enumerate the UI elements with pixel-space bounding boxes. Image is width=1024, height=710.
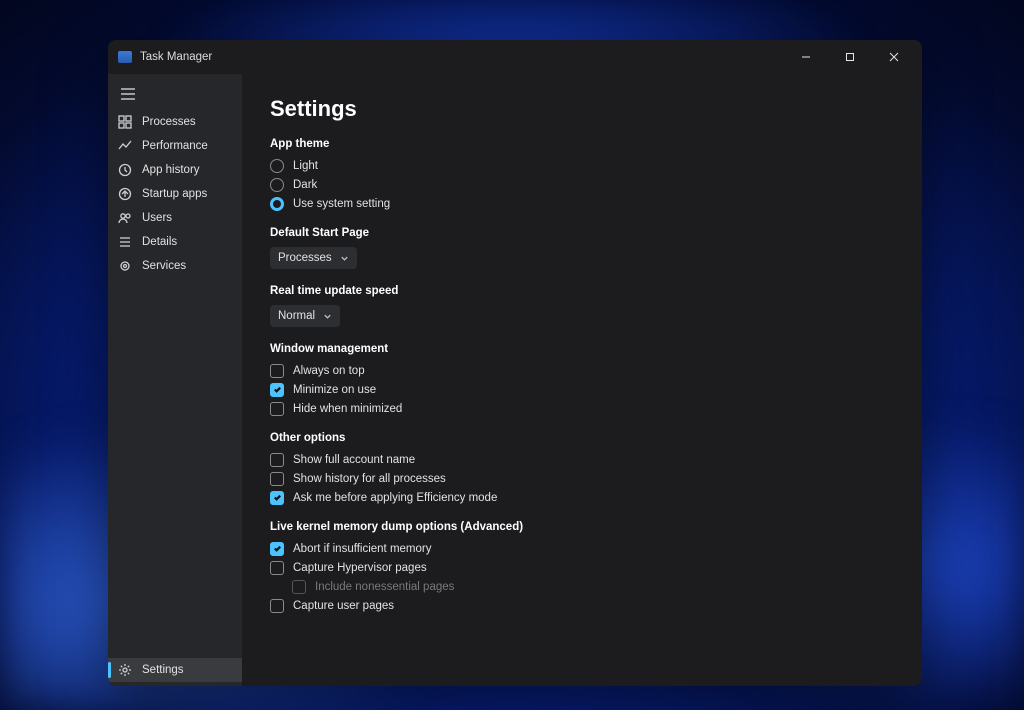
dropdown-realtime-speed[interactable]: Normal <box>270 305 340 327</box>
checkbox-label: Show history for all processes <box>293 473 446 485</box>
section-default-start-page: Default Start Page <box>270 227 894 239</box>
checkbox-show-history-all[interactable]: Show history for all processes <box>270 469 894 488</box>
grid-icon <box>118 115 132 129</box>
checkbox-hide-when-minimized[interactable]: Hide when minimized <box>270 399 894 418</box>
radio-icon <box>270 159 284 173</box>
maximize-icon <box>845 52 855 62</box>
checkbox-icon <box>270 453 284 467</box>
checkbox-label: Show full account name <box>293 454 415 466</box>
checkbox-always-on-top[interactable]: Always on top <box>270 361 894 380</box>
checkbox-icon <box>270 491 284 505</box>
checkbox-label: Capture user pages <box>293 600 394 612</box>
checkbox-label: Ask me before applying Efficiency mode <box>293 492 497 504</box>
radio-icon <box>270 197 284 211</box>
section-other-options: Other options <box>270 432 894 444</box>
radio-theme-light[interactable]: Light <box>270 156 894 175</box>
users-icon <box>118 211 132 225</box>
sidebar-item-label: Details <box>142 236 177 248</box>
checkbox-label: Abort if insufficient memory <box>293 543 431 555</box>
sidebar-item-app-history[interactable]: App history <box>108 158 242 182</box>
radio-label: Light <box>293 160 318 172</box>
sidebar: Processes Performance App history Startu… <box>108 74 242 686</box>
sidebar-item-services[interactable]: Services <box>108 254 242 278</box>
sidebar-item-label: Processes <box>142 116 196 128</box>
maximize-button[interactable] <box>828 42 872 72</box>
checkbox-label: Hide when minimized <box>293 403 402 415</box>
checkbox-icon <box>270 542 284 556</box>
sidebar-item-settings[interactable]: Settings <box>108 658 242 682</box>
startup-icon <box>118 187 132 201</box>
section-kernel-dump: Live kernel memory dump options (Advance… <box>270 521 894 533</box>
radio-theme-dark[interactable]: Dark <box>270 175 894 194</box>
close-icon <box>889 52 899 62</box>
sidebar-item-label: App history <box>142 164 200 176</box>
checkbox-icon <box>270 599 284 613</box>
section-window-management: Window management <box>270 343 894 355</box>
checkbox-label: Always on top <box>293 365 365 377</box>
services-icon <box>118 259 132 273</box>
radio-label: Dark <box>293 179 317 191</box>
checkbox-abort-insufficient-memory[interactable]: Abort if insufficient memory <box>270 539 894 558</box>
hamburger-icon <box>121 88 135 100</box>
settings-pane: Settings App theme Light Dark Use system… <box>242 74 922 686</box>
checkbox-label: Capture Hypervisor pages <box>293 562 427 574</box>
sidebar-item-details[interactable]: Details <box>108 230 242 254</box>
checkbox-ask-efficiency-mode[interactable]: Ask me before applying Efficiency mode <box>270 488 894 507</box>
checkbox-icon <box>270 364 284 378</box>
checkbox-icon <box>270 402 284 416</box>
checkbox-label: Include nonessential pages <box>315 581 454 593</box>
sidebar-item-label: Performance <box>142 140 208 152</box>
checkbox-minimize-on-use[interactable]: Minimize on use <box>270 380 894 399</box>
checkbox-label: Minimize on use <box>293 384 376 396</box>
minimize-button[interactable] <box>784 42 828 72</box>
checkbox-capture-hypervisor[interactable]: Capture Hypervisor pages <box>270 558 894 577</box>
gear-icon <box>118 663 132 677</box>
dropdown-value: Normal <box>278 310 315 322</box>
radio-label: Use system setting <box>293 198 390 210</box>
radio-icon <box>270 178 284 192</box>
minimize-icon <box>801 52 811 62</box>
checkbox-icon <box>270 383 284 397</box>
task-manager-window: Task Manager Processes Performance <box>108 40 922 686</box>
task-manager-icon <box>118 51 132 63</box>
checkbox-icon <box>270 472 284 486</box>
radio-theme-system[interactable]: Use system setting <box>270 194 894 213</box>
checkbox-icon <box>270 561 284 575</box>
sidebar-item-label: Startup apps <box>142 188 207 200</box>
page-title: Settings <box>270 96 894 122</box>
chevron-down-icon <box>340 254 349 263</box>
sidebar-item-processes[interactable]: Processes <box>108 110 242 134</box>
close-button[interactable] <box>872 42 916 72</box>
app-title: Task Manager <box>140 51 212 63</box>
sidebar-item-startup-apps[interactable]: Startup apps <box>108 182 242 206</box>
checkbox-capture-user-pages[interactable]: Capture user pages <box>270 596 894 615</box>
section-realtime-speed: Real time update speed <box>270 285 894 297</box>
titlebar[interactable]: Task Manager <box>108 40 922 74</box>
details-icon <box>118 235 132 249</box>
chevron-down-icon <box>323 312 332 321</box>
sidebar-item-performance[interactable]: Performance <box>108 134 242 158</box>
history-icon <box>118 163 132 177</box>
performance-icon <box>118 139 132 153</box>
dropdown-value: Processes <box>278 252 332 264</box>
checkbox-include-nonessential: Include nonessential pages <box>292 577 894 596</box>
sidebar-item-label: Settings <box>142 664 184 676</box>
sidebar-item-users[interactable]: Users <box>108 206 242 230</box>
checkbox-icon <box>292 580 306 594</box>
sidebar-item-label: Users <box>142 212 172 224</box>
sidebar-item-label: Services <box>142 260 186 272</box>
dropdown-default-start-page[interactable]: Processes <box>270 247 357 269</box>
nav-toggle-button[interactable] <box>110 78 146 110</box>
section-app-theme: App theme <box>270 138 894 150</box>
checkbox-show-full-account[interactable]: Show full account name <box>270 450 894 469</box>
